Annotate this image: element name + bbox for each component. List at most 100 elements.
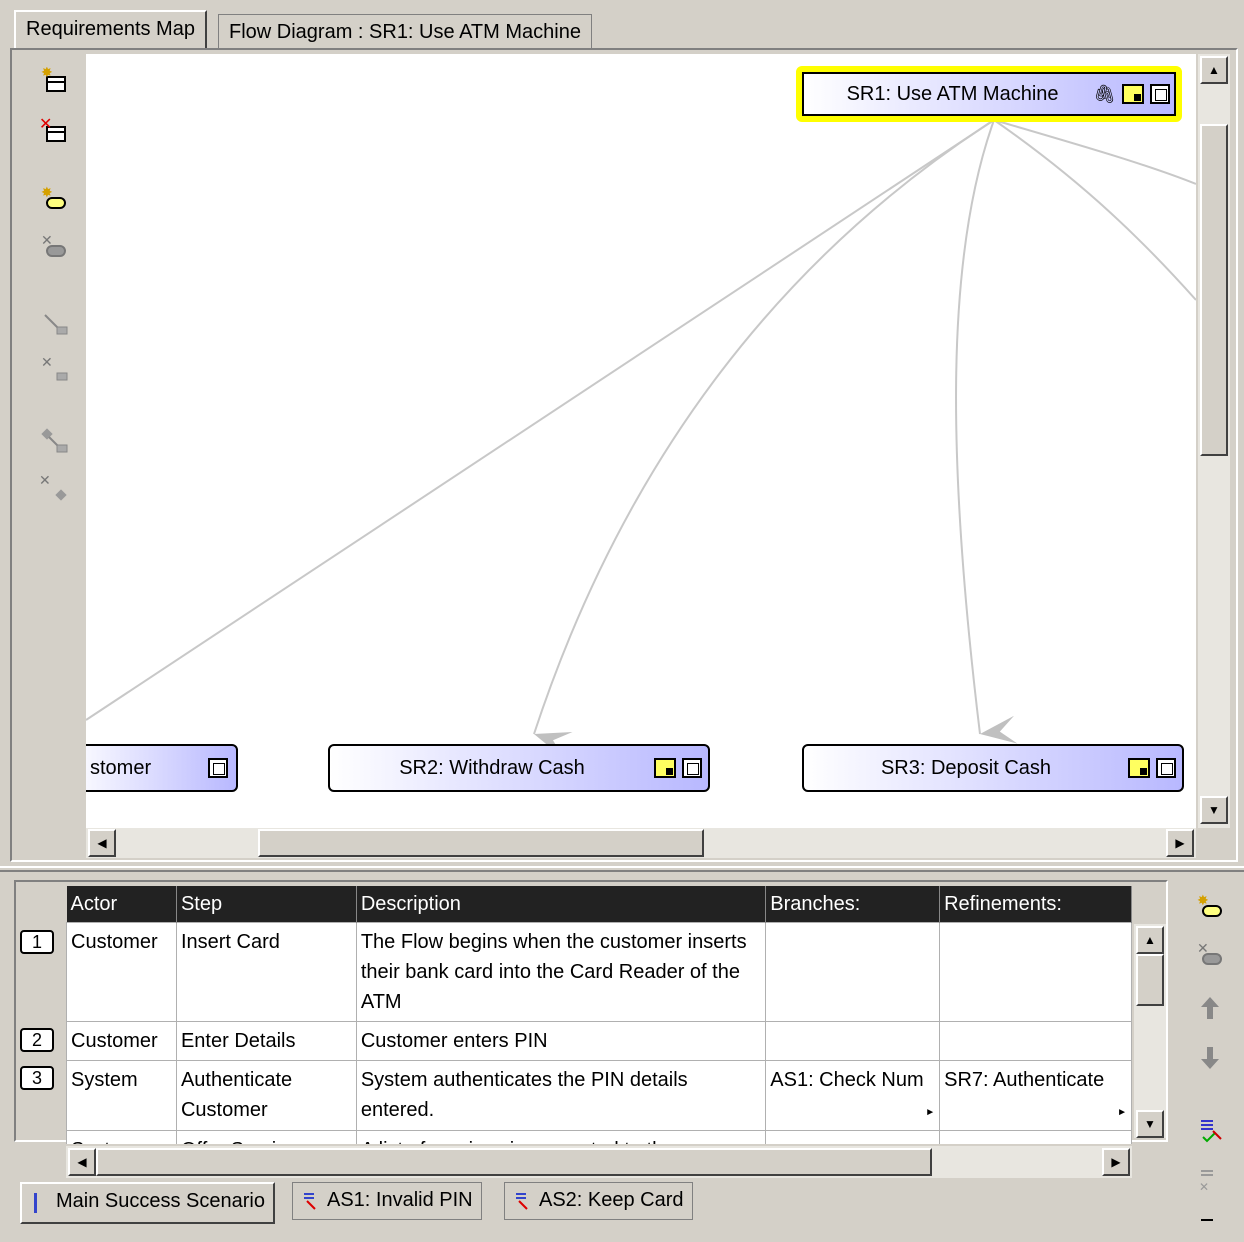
add-step-icon[interactable]: ✸ (34, 182, 74, 218)
branches-cell[interactable] (765, 922, 941, 1022)
scroll-up-button[interactable]: ▲ (1136, 926, 1164, 954)
scroll-right-button[interactable]: ▶ (1166, 829, 1194, 857)
actor-cell[interactable]: Customer (66, 922, 177, 1022)
note-icon[interactable] (654, 758, 676, 778)
expand-icon[interactable] (208, 758, 228, 778)
refinements-cell[interactable]: SR7: Authenticate ► (939, 1060, 1132, 1131)
tab-flow-diagram[interactable]: Flow Diagram : SR1: Use ATM Machine (218, 14, 592, 48)
row-number[interactable]: 1 (20, 930, 54, 954)
svg-text:✸: ✸ (41, 185, 53, 200)
row-number[interactable]: 2 (20, 1028, 54, 1052)
expand-icon[interactable] (1150, 84, 1170, 104)
add-alternate-icon[interactable] (1190, 1112, 1230, 1148)
connector-lines (86, 119, 1196, 759)
actor-cell[interactable]: System (66, 1060, 177, 1131)
svg-text:✸: ✸ (41, 67, 53, 80)
delete-step-icon: ✕ (34, 230, 74, 266)
scroll-up-button[interactable]: ▲ (1200, 56, 1228, 84)
dropdown-arrow-icon[interactable]: ► (925, 1098, 935, 1128)
branches-value: AS1: Check Num (770, 1069, 924, 1091)
node-label: stomer (90, 756, 152, 779)
scroll-down-button[interactable]: ▼ (1136, 1110, 1164, 1138)
alternate-list-icon (304, 1193, 316, 1210)
scroll-thumb[interactable] (96, 1148, 932, 1176)
canvas-horizontal-scrollbar[interactable]: ◀ ▶ (86, 828, 1196, 858)
canvas-vertical-scrollbar[interactable]: ▲ ▼ (1198, 54, 1230, 828)
svg-text:✕: ✕ (39, 473, 51, 488)
description-cell[interactable]: System authenticates the PIN details ent… (355, 1060, 767, 1131)
dropdown-arrow-icon[interactable]: ► (1117, 1098, 1127, 1128)
table-vertical-scrollbar[interactable]: ▲ ▼ (1134, 924, 1166, 1138)
expand-icon[interactable] (1156, 758, 1176, 778)
scroll-left-button[interactable]: ◀ (88, 829, 116, 857)
refinements-value: SR7: Authenticate (944, 1069, 1105, 1091)
node-sr1-use-atm-machine[interactable]: SR1: Use ATM Machine 🖇 (796, 66, 1182, 122)
svg-text:✕: ✕ (41, 233, 53, 248)
move-down-icon (1190, 1040, 1230, 1076)
svg-text:✕: ✕ (1199, 1180, 1209, 1194)
column-header-refinements[interactable]: Refinements: (939, 886, 1132, 923)
tab-label: AS2: Keep Card (539, 1189, 684, 1211)
delete-link-icon: ✕ (34, 350, 74, 386)
table-row: System Authenticate Customer System auth… (66, 1060, 1132, 1131)
add-requirement-icon[interactable]: ✸ (34, 64, 74, 100)
remove-alternate-icon: ✕ (1190, 1162, 1230, 1198)
description-cell[interactable]: The Flow begins when the customer insert… (355, 922, 767, 1022)
branches-cell[interactable] (765, 1021, 941, 1061)
scroll-thumb[interactable] (1136, 954, 1164, 1006)
tab-as2-keep-card[interactable]: AS2: Keep Card (504, 1182, 693, 1220)
node-sr2-withdraw-cash[interactable]: SR2: Withdraw Cash (328, 744, 710, 792)
add-dependency-icon (34, 422, 74, 458)
add-step-icon[interactable]: ✸ (1190, 890, 1230, 926)
description-cell[interactable]: Customer enters PIN (355, 1021, 767, 1061)
move-up-icon (1190, 990, 1230, 1026)
svg-text:✕: ✕ (39, 117, 52, 133)
scroll-right-button[interactable]: ▶ (1102, 1148, 1130, 1176)
tab-label: AS1: Invalid PIN (327, 1189, 473, 1211)
tab-as1-invalid-pin[interactable]: AS1: Invalid PIN (292, 1182, 482, 1220)
scroll-thumb[interactable] (258, 829, 704, 857)
node-label: SR2: Withdraw Cash (399, 756, 585, 779)
steps-table: Actor Step Description Branches: Refinem… (66, 886, 1132, 1170)
delete-requirement-icon[interactable]: ✕ (34, 114, 74, 150)
expand-icon[interactable] (682, 758, 702, 778)
refinements-cell[interactable] (939, 922, 1132, 1022)
note-icon[interactable] (1122, 84, 1144, 104)
splitter[interactable] (0, 866, 1244, 872)
table-toolbar: ✸ ✕ ✕ (1178, 880, 1238, 1226)
node-label: SR1: Use ATM Machine (846, 82, 1059, 105)
column-header-branches[interactable]: Branches: (765, 886, 941, 923)
requirements-canvas[interactable]: SR1: Use ATM Machine 🖇 stomer SR2: Withd… (86, 54, 1196, 828)
alternate-list-icon (516, 1193, 528, 1210)
add-link-icon (34, 304, 74, 340)
note-icon[interactable] (1128, 758, 1150, 778)
svg-text:✸: ✸ (1197, 893, 1209, 908)
column-header-actor[interactable]: Actor (66, 886, 177, 923)
scenario-list-icon (34, 1193, 37, 1213)
tab-label: Main Success Scenario (56, 1190, 265, 1212)
table-horizontal-scrollbar[interactable]: ◀ ▶ (66, 1146, 1132, 1178)
column-header-description[interactable]: Description (356, 886, 767, 923)
row-number[interactable]: 3 (20, 1066, 54, 1090)
insert-alternate-icon[interactable] (1190, 1206, 1230, 1242)
refinements-cell[interactable] (939, 1021, 1132, 1061)
tab-requirements-map[interactable]: Requirements Map (14, 10, 207, 50)
table-row: Customer Insert Card The Flow begins whe… (66, 922, 1132, 1022)
branches-cell[interactable]: AS1: Check Num ► (765, 1060, 941, 1131)
step-cell[interactable]: Enter Details (175, 1021, 357, 1061)
tab-main-success-scenario[interactable]: Main Success Scenario (20, 1182, 275, 1224)
diagram-toolbar: ✸ ✕ ✸ ✕ ✕ ✕ (14, 52, 82, 860)
actor-cell[interactable]: Customer (66, 1021, 177, 1061)
node-sr3-deposit-cash[interactable]: SR3: Deposit Cash (802, 744, 1184, 792)
scroll-left-button[interactable]: ◀ (68, 1148, 96, 1176)
step-cell[interactable]: Authenticate Customer (175, 1060, 357, 1131)
node-customer[interactable]: stomer (86, 744, 238, 792)
column-header-step[interactable]: Step (176, 886, 357, 923)
svg-text:✕: ✕ (1197, 941, 1209, 956)
delete-dependency-icon: ✕ (34, 470, 74, 506)
scroll-down-button[interactable]: ▼ (1200, 796, 1228, 824)
step-cell[interactable]: Insert Card (175, 922, 357, 1022)
table-row: Customer Enter Details Customer enters P… (66, 1021, 1132, 1061)
scroll-thumb[interactable] (1200, 124, 1228, 456)
delete-step-icon: ✕ (1190, 938, 1230, 974)
